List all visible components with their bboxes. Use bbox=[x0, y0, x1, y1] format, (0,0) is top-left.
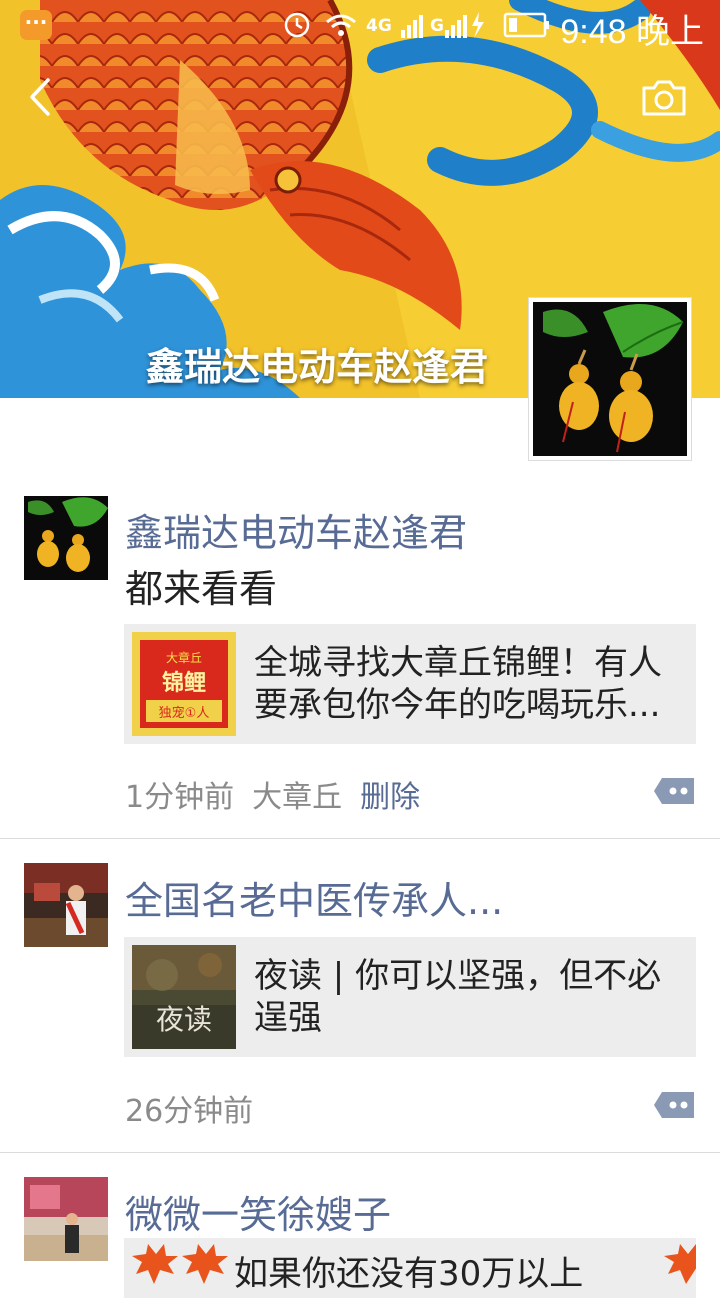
camera-icon[interactable] bbox=[640, 78, 688, 118]
maple-leaf-icon bbox=[664, 1244, 696, 1284]
avatar[interactable] bbox=[24, 496, 108, 580]
status-bar: ··· 4G G 9:48 晚上 bbox=[0, 0, 720, 51]
post-meta: 26分钟前 bbox=[125, 1086, 253, 1130]
network-type: 4G bbox=[366, 16, 392, 36]
link-thumbnail: 大章丘 锦鲤 独宠①人 bbox=[132, 632, 236, 736]
koi-promo-thumbnail: 大章丘 锦鲤 独宠①人 bbox=[132, 632, 236, 736]
thumb-main-text: 锦鲤 bbox=[162, 670, 206, 696]
avatar[interactable] bbox=[24, 863, 108, 947]
link-thumbnail: 夜读 bbox=[132, 945, 236, 1049]
person-avatar-image bbox=[24, 863, 108, 947]
gourd-avatar-image bbox=[24, 496, 108, 580]
shared-link-card[interactable]: 夜读 夜读 | 你可以坚强，但不必逞强 bbox=[124, 937, 696, 1057]
cover-username[interactable]: 鑫瑞达电动车赵逢君 bbox=[146, 336, 488, 391]
person-avatar-image bbox=[24, 1177, 108, 1261]
shared-link-card[interactable]: 大章丘 锦鲤 独宠①人 全城寻找大章丘锦鲤！有人要承包你今年的吃喝玩乐... bbox=[124, 624, 696, 744]
shared-link-card[interactable]: 如果你还没有30万以上 bbox=[124, 1238, 696, 1298]
link-title: 夜读 | 你可以坚强，但不必逞强 bbox=[254, 956, 662, 1038]
gourd-avatar-image bbox=[533, 302, 687, 456]
post-text: 都来看看 bbox=[125, 567, 278, 611]
moment-post: 全国名老中医传承人... 夜读 夜读 | 你可以坚强，但不必逞强 26分钟前 bbox=[0, 862, 720, 1152]
network-type-2: G bbox=[430, 16, 444, 36]
post-divider bbox=[0, 1152, 720, 1153]
comment-more-icon[interactable] bbox=[652, 1090, 696, 1120]
night-reading-thumbnail: 夜读 bbox=[132, 945, 236, 1049]
maple-leaf-icon bbox=[132, 1244, 228, 1284]
status-icons bbox=[284, 12, 549, 38]
post-author-name[interactable]: 微微一笑徐嫂子 bbox=[125, 1184, 391, 1239]
comment-more-icon[interactable] bbox=[652, 776, 696, 806]
moment-post: 鑫瑞达电动车赵逢君 都来看看 大章丘 锦鲤 独宠①人 全城寻找大章丘锦鲤！有人要… bbox=[0, 494, 720, 838]
post-time: 1分钟前 bbox=[125, 780, 235, 815]
profile-avatar[interactable] bbox=[528, 297, 692, 461]
thumb-caption: 夜读 bbox=[156, 1003, 212, 1036]
post-location[interactable]: 大章丘 bbox=[252, 780, 342, 815]
avatar[interactable] bbox=[24, 1177, 108, 1261]
post-meta: 1分钟前 大章丘 删除 bbox=[125, 772, 420, 816]
chat-bubble-icon: ··· bbox=[20, 10, 52, 40]
delete-button[interactable]: 删除 bbox=[360, 780, 420, 815]
thumb-bottom-text: 独宠①人 bbox=[159, 705, 210, 721]
thumb-top-text: 大章丘 bbox=[166, 650, 202, 665]
post-author-name[interactable]: 鑫瑞达电动车赵逢君 bbox=[125, 502, 467, 557]
post-time: 26分钟前 bbox=[125, 1094, 254, 1129]
status-time: 9:48 晚上 bbox=[560, 13, 704, 51]
post-divider bbox=[0, 838, 720, 839]
chevron-left-icon[interactable] bbox=[22, 74, 62, 120]
moment-post: 微微一笑徐嫂子 如果你还没有30万以上 bbox=[0, 1176, 720, 1298]
link-title: 如果你还没有30万以上 bbox=[234, 1254, 584, 1294]
link-title: 全城寻找大章丘锦鲤！有人要承包你今年的吃喝玩乐... bbox=[254, 643, 662, 725]
post-author-name[interactable]: 全国名老中医传承人... bbox=[125, 870, 503, 925]
